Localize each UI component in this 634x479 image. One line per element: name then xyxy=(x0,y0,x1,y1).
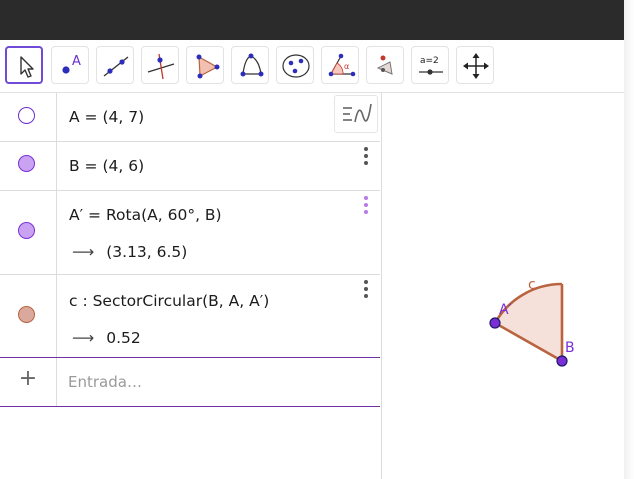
toolbar: A α a=2 xyxy=(0,40,624,93)
line-tool-icon xyxy=(103,56,129,77)
tool-point[interactable]: A xyxy=(51,46,89,84)
visibility-toggle-b[interactable] xyxy=(18,155,35,172)
definition-a-prime[interactable]: A′ = Rota(A, 60°, B) xyxy=(69,206,222,224)
algebra-row-b[interactable]: B = (4, 6) xyxy=(0,141,380,191)
algebra-view: A = (4, 7) B = (4, 6) A′ = Rota(A, 60°, … xyxy=(0,93,382,479)
more-menu-icon[interactable] xyxy=(362,147,370,167)
output-value: (3.13, 6.5) xyxy=(106,243,188,261)
definition-a[interactable]: A = (4, 7) xyxy=(69,108,144,126)
visibility-toggle-a[interactable] xyxy=(18,107,35,124)
svg-text:A: A xyxy=(72,54,81,69)
point-label-b: B xyxy=(565,340,575,356)
algebra-input-row[interactable]: + Entrada… xyxy=(0,357,380,407)
tool-perpendicular[interactable] xyxy=(141,46,179,84)
output-c: ⟶ 0.52 xyxy=(72,329,141,347)
tool-move-graphics[interactable] xyxy=(456,46,494,84)
sector-c[interactable] xyxy=(495,284,562,361)
svg-text:a=2: a=2 xyxy=(420,56,439,66)
marble-column xyxy=(0,141,57,190)
point-a-prime[interactable] xyxy=(489,317,501,329)
point-tool-icon: A xyxy=(62,54,81,74)
definition-c[interactable]: c : SectorCircular(B, A, A′) xyxy=(69,292,269,310)
app-header-bar xyxy=(0,0,624,40)
output-arrow-icon: ⟶ xyxy=(72,329,95,347)
tool-polygon[interactable] xyxy=(186,46,224,84)
more-menu-icon[interactable] xyxy=(362,280,370,300)
move-tool-icon xyxy=(20,56,34,78)
svg-text:α: α xyxy=(344,62,349,71)
marble-column xyxy=(0,190,57,274)
tool-line[interactable] xyxy=(96,46,134,84)
more-menu-icon[interactable] xyxy=(362,196,370,216)
point-label-a-prime: A′ xyxy=(499,302,512,318)
circle-tool-icon xyxy=(240,53,264,77)
algebra-row-a-prime[interactable]: A′ = Rota(A, 60°, B) ⟶ (3.13, 6.5) xyxy=(0,190,380,275)
reflect-tool-icon xyxy=(376,55,393,75)
view-divider-shadow xyxy=(624,0,634,479)
tool-reflect[interactable] xyxy=(366,46,404,84)
output-value: 0.52 xyxy=(106,329,141,347)
slider-tool-icon: a=2 xyxy=(419,56,443,75)
input-field[interactable]: Entrada… xyxy=(68,373,142,391)
marble-column xyxy=(0,93,57,141)
point-b[interactable] xyxy=(556,355,568,367)
visibility-toggle-c[interactable] xyxy=(18,306,35,323)
tool-angle[interactable]: α xyxy=(321,46,359,84)
plus-icon[interactable]: + xyxy=(18,368,38,390)
tool-move[interactable] xyxy=(5,46,43,84)
move-graphics-tool-icon xyxy=(463,53,489,79)
tool-circle[interactable] xyxy=(231,46,269,84)
perpendicular-line-tool-icon xyxy=(147,53,175,80)
graphics-view[interactable]: c A′ B xyxy=(389,93,624,469)
tool-conic[interactable] xyxy=(276,46,314,84)
output-arrow-icon: ⟶ xyxy=(72,243,95,261)
marble-column xyxy=(0,274,57,357)
marble-column: + xyxy=(0,358,57,406)
algebra-row-c[interactable]: c : SectorCircular(B, A, A′) ⟶ 0.52 xyxy=(0,274,380,357)
tool-slider[interactable]: a=2 xyxy=(411,46,449,84)
polygon-tool-icon xyxy=(196,54,220,79)
visibility-toggle-a-prime[interactable] xyxy=(18,222,35,239)
algebra-row-a[interactable]: A = (4, 7) xyxy=(0,93,380,142)
angle-tool-icon: α xyxy=(328,53,356,77)
output-a-prime: ⟶ (3.13, 6.5) xyxy=(72,243,187,261)
sector-label-c: c xyxy=(528,277,536,293)
definition-b[interactable]: B = (4, 6) xyxy=(69,157,144,175)
graphics-canvas[interactable]: c A′ B xyxy=(389,93,624,469)
conic-tool-icon xyxy=(282,54,310,78)
